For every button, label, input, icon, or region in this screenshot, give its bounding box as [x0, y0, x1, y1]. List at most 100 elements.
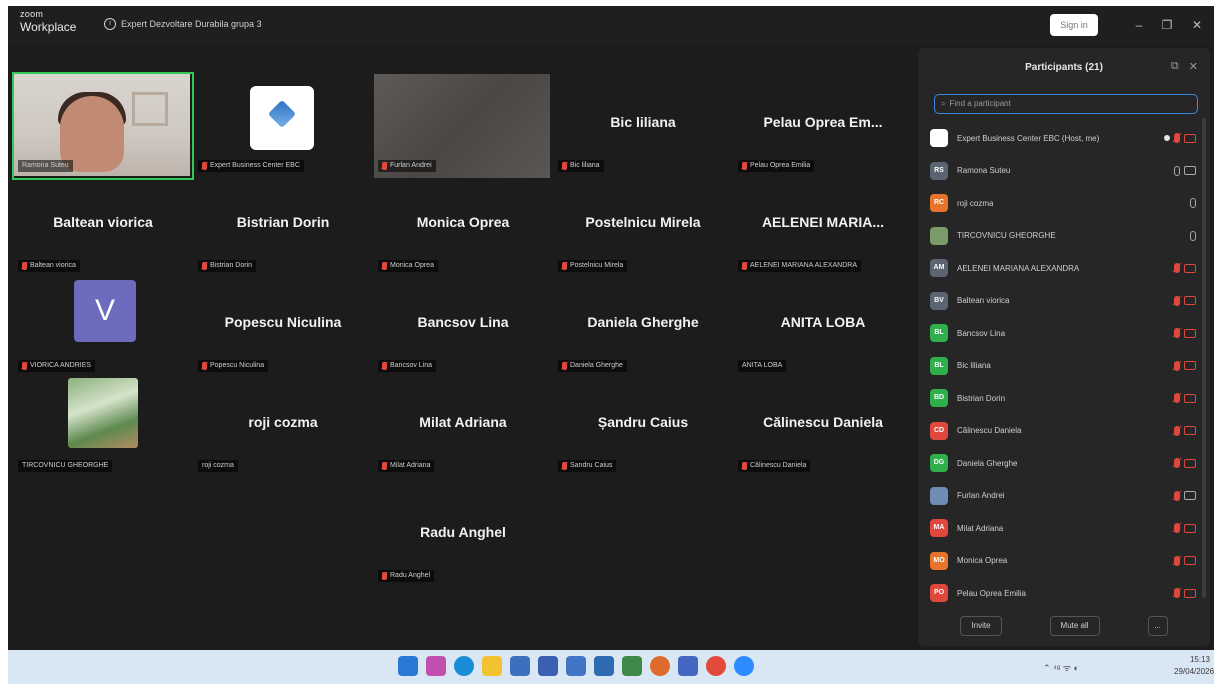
camera-off-icon[interactable] — [1184, 393, 1196, 403]
chrome-canary-icon[interactable] — [706, 656, 726, 676]
camera-off-icon[interactable] — [1184, 133, 1196, 143]
video-tile[interactable]: Radu Anghel Radu Anghel — [374, 484, 552, 588]
participant-row[interactable]: MA Milat Adriana — [930, 512, 1200, 545]
camera-off-icon[interactable] — [1184, 361, 1196, 371]
participant-status-icons — [1190, 230, 1196, 241]
mic-muted-icon[interactable] — [1174, 458, 1180, 469]
mute-all-button[interactable]: Mute all — [1049, 616, 1100, 636]
participant-row[interactable]: BD Bistrian Dorin — [930, 382, 1200, 415]
mic-muted-icon[interactable] — [1174, 588, 1180, 599]
app-icon-4[interactable] — [678, 656, 698, 676]
video-tile[interactable]: roji cozma roji cozma — [194, 374, 372, 478]
clock[interactable]: 15:13 29/04/2026 — [1174, 654, 1214, 678]
name-tag-label: roji cozma — [202, 462, 234, 469]
video-tile[interactable]: TIRCOVNICU GHEORGHE — [14, 374, 192, 478]
mic-muted-icon[interactable] — [1174, 393, 1180, 404]
windows-icon[interactable] — [398, 656, 418, 676]
explorer-icon[interactable] — [482, 656, 502, 676]
zoom-icon[interactable] — [734, 656, 754, 676]
minimize-button[interactable]: – — [1130, 16, 1148, 34]
video-tile[interactable]: Ramona Suteu — [12, 72, 194, 180]
video-tile[interactable]: AELENEI MARIA... AELENEI MARIANA ALEXANDR… — [734, 174, 912, 278]
mic-icon[interactable] — [1190, 230, 1196, 241]
info-icon[interactable]: i — [104, 18, 116, 30]
participant-scrollbar[interactable] — [1202, 118, 1206, 598]
store-icon[interactable] — [510, 656, 530, 676]
close-panel-icon[interactable]: ✕ — [1189, 60, 1198, 73]
mic-muted-icon[interactable] — [1174, 490, 1180, 501]
participant-row[interactable]: MO Monica Oprea — [930, 545, 1200, 578]
participant-row[interactable]: Expert Business Center EBC (Host, me) — [930, 122, 1200, 155]
close-button[interactable]: ✕ — [1188, 16, 1206, 34]
participant-avatar: MA — [930, 519, 948, 538]
camera-off-icon[interactable] — [1184, 426, 1196, 436]
more-options-button[interactable]: ... — [1147, 616, 1168, 636]
name-tag-label: ANITA LOBA — [742, 362, 783, 369]
video-tile[interactable]: Furlan Andrei — [374, 74, 552, 178]
camera-off-icon[interactable] — [1184, 328, 1196, 338]
participant-row[interactable]: BL Bancsov Lina — [930, 317, 1200, 350]
video-tile[interactable]: Șandru Caius Sandru Caius — [554, 374, 732, 478]
teams-icon[interactable] — [538, 656, 558, 676]
mic-muted-icon[interactable] — [1174, 133, 1180, 144]
video-tile[interactable]: ANITA LOBA ANITA LOBA — [734, 274, 912, 378]
name-tag-label: Daniela Gherghe — [570, 362, 623, 369]
camera-off-icon[interactable] — [1184, 523, 1196, 533]
video-tile[interactable]: Bic liliana Bic liliana — [554, 74, 732, 178]
camera-off-icon[interactable] — [1184, 556, 1196, 566]
sign-in-button[interactable]: Sign in — [1050, 14, 1098, 36]
participant-row[interactable]: Furlan Andrei — [930, 480, 1200, 513]
app-icon-1[interactable] — [566, 656, 586, 676]
participant-row[interactable]: TIRCOVNICU GHEORGHE — [930, 220, 1200, 253]
participants-title: Participants (21) — [1025, 62, 1103, 73]
mic-muted-icon[interactable] — [1174, 328, 1180, 339]
video-tile[interactable]: Monica Oprea Monica Oprea — [374, 174, 552, 278]
video-tile[interactable]: Bancsov Lina Bancsov Lina — [374, 274, 552, 378]
mic-icon[interactable] — [1174, 165, 1180, 176]
mic-icon[interactable] — [1190, 198, 1196, 209]
video-tile[interactable]: V VIORICA ANDRIES — [14, 274, 192, 378]
participant-row[interactable]: DG Daniela Gherghe — [930, 447, 1200, 480]
participant-row[interactable]: RS Ramona Suteu — [930, 155, 1200, 188]
video-tile[interactable]: Milat Adriana Milat Adriana — [374, 374, 552, 478]
edge-icon[interactable] — [454, 656, 474, 676]
video-tile[interactable]: Postelnicu Mirela Postelnicu Mirela — [554, 174, 732, 278]
mic-muted-icon[interactable] — [1174, 555, 1180, 566]
participant-avatar: BV — [930, 291, 948, 310]
video-tile[interactable]: Baltean viorica Baltean viorica — [14, 174, 192, 278]
video-tile[interactable]: Bistrian Dorin Bistrian Dorin — [194, 174, 372, 278]
camera-icon[interactable] — [1184, 491, 1196, 501]
restore-button[interactable]: ❐ — [1158, 16, 1176, 34]
mic-muted-icon[interactable] — [1174, 360, 1180, 371]
video-tile[interactable]: Călinescu Daniela Călinescu Daniela — [734, 374, 912, 478]
participant-row[interactable]: BV Baltean viorica — [930, 285, 1200, 318]
mic-muted-icon[interactable] — [1174, 263, 1180, 274]
chrome-icon[interactable] — [650, 656, 670, 676]
participant-row[interactable]: RC roji cozma — [930, 187, 1200, 220]
invite-button[interactable]: Invite — [960, 616, 1002, 636]
app-icon-2[interactable] — [594, 656, 614, 676]
video-tile[interactable]: Daniela Gherghe Daniela Gherghe — [554, 274, 732, 378]
participant-search-input[interactable]: ⌕ Find a participant — [934, 94, 1198, 114]
video-tile[interactable]: Popescu Niculina Popescu Niculina — [194, 274, 372, 378]
camera-off-icon[interactable] — [1184, 458, 1196, 468]
participant-row[interactable]: BL Bic liliana — [930, 350, 1200, 383]
system-tray[interactable]: ⌃ ⁴ᵍ ᯤ ◐ — [1043, 661, 1079, 674]
participant-row[interactable]: PO Pelau Oprea Emilia — [930, 577, 1200, 610]
camera-off-icon[interactable] — [1184, 588, 1196, 598]
camera-off-icon[interactable] — [1184, 263, 1196, 273]
camera-icon[interactable] — [1184, 166, 1196, 176]
app-icon-3[interactable] — [622, 656, 642, 676]
meeting-info[interactable]: i Expert Dezvoltare Durabila grupa 3 — [104, 18, 262, 30]
mic-muted-icon[interactable] — [1174, 523, 1180, 534]
popout-icon[interactable]: ⧉ — [1171, 60, 1179, 73]
mic-muted-icon[interactable] — [1174, 425, 1180, 436]
video-tile[interactable]: Expert Business Center EBC — [194, 74, 372, 178]
participant-row[interactable]: CD Călinescu Daniela — [930, 415, 1200, 448]
copilot-icon[interactable] — [426, 656, 446, 676]
mic-muted-icon[interactable] — [1174, 295, 1180, 306]
participant-avatar: BD — [930, 389, 948, 408]
camera-off-icon[interactable] — [1184, 296, 1196, 306]
video-tile[interactable]: Pelau Oprea Em... Pelau Oprea Emilia — [734, 74, 912, 178]
participant-row[interactable]: AM AELENEI MARIANA ALEXANDRA — [930, 252, 1200, 285]
